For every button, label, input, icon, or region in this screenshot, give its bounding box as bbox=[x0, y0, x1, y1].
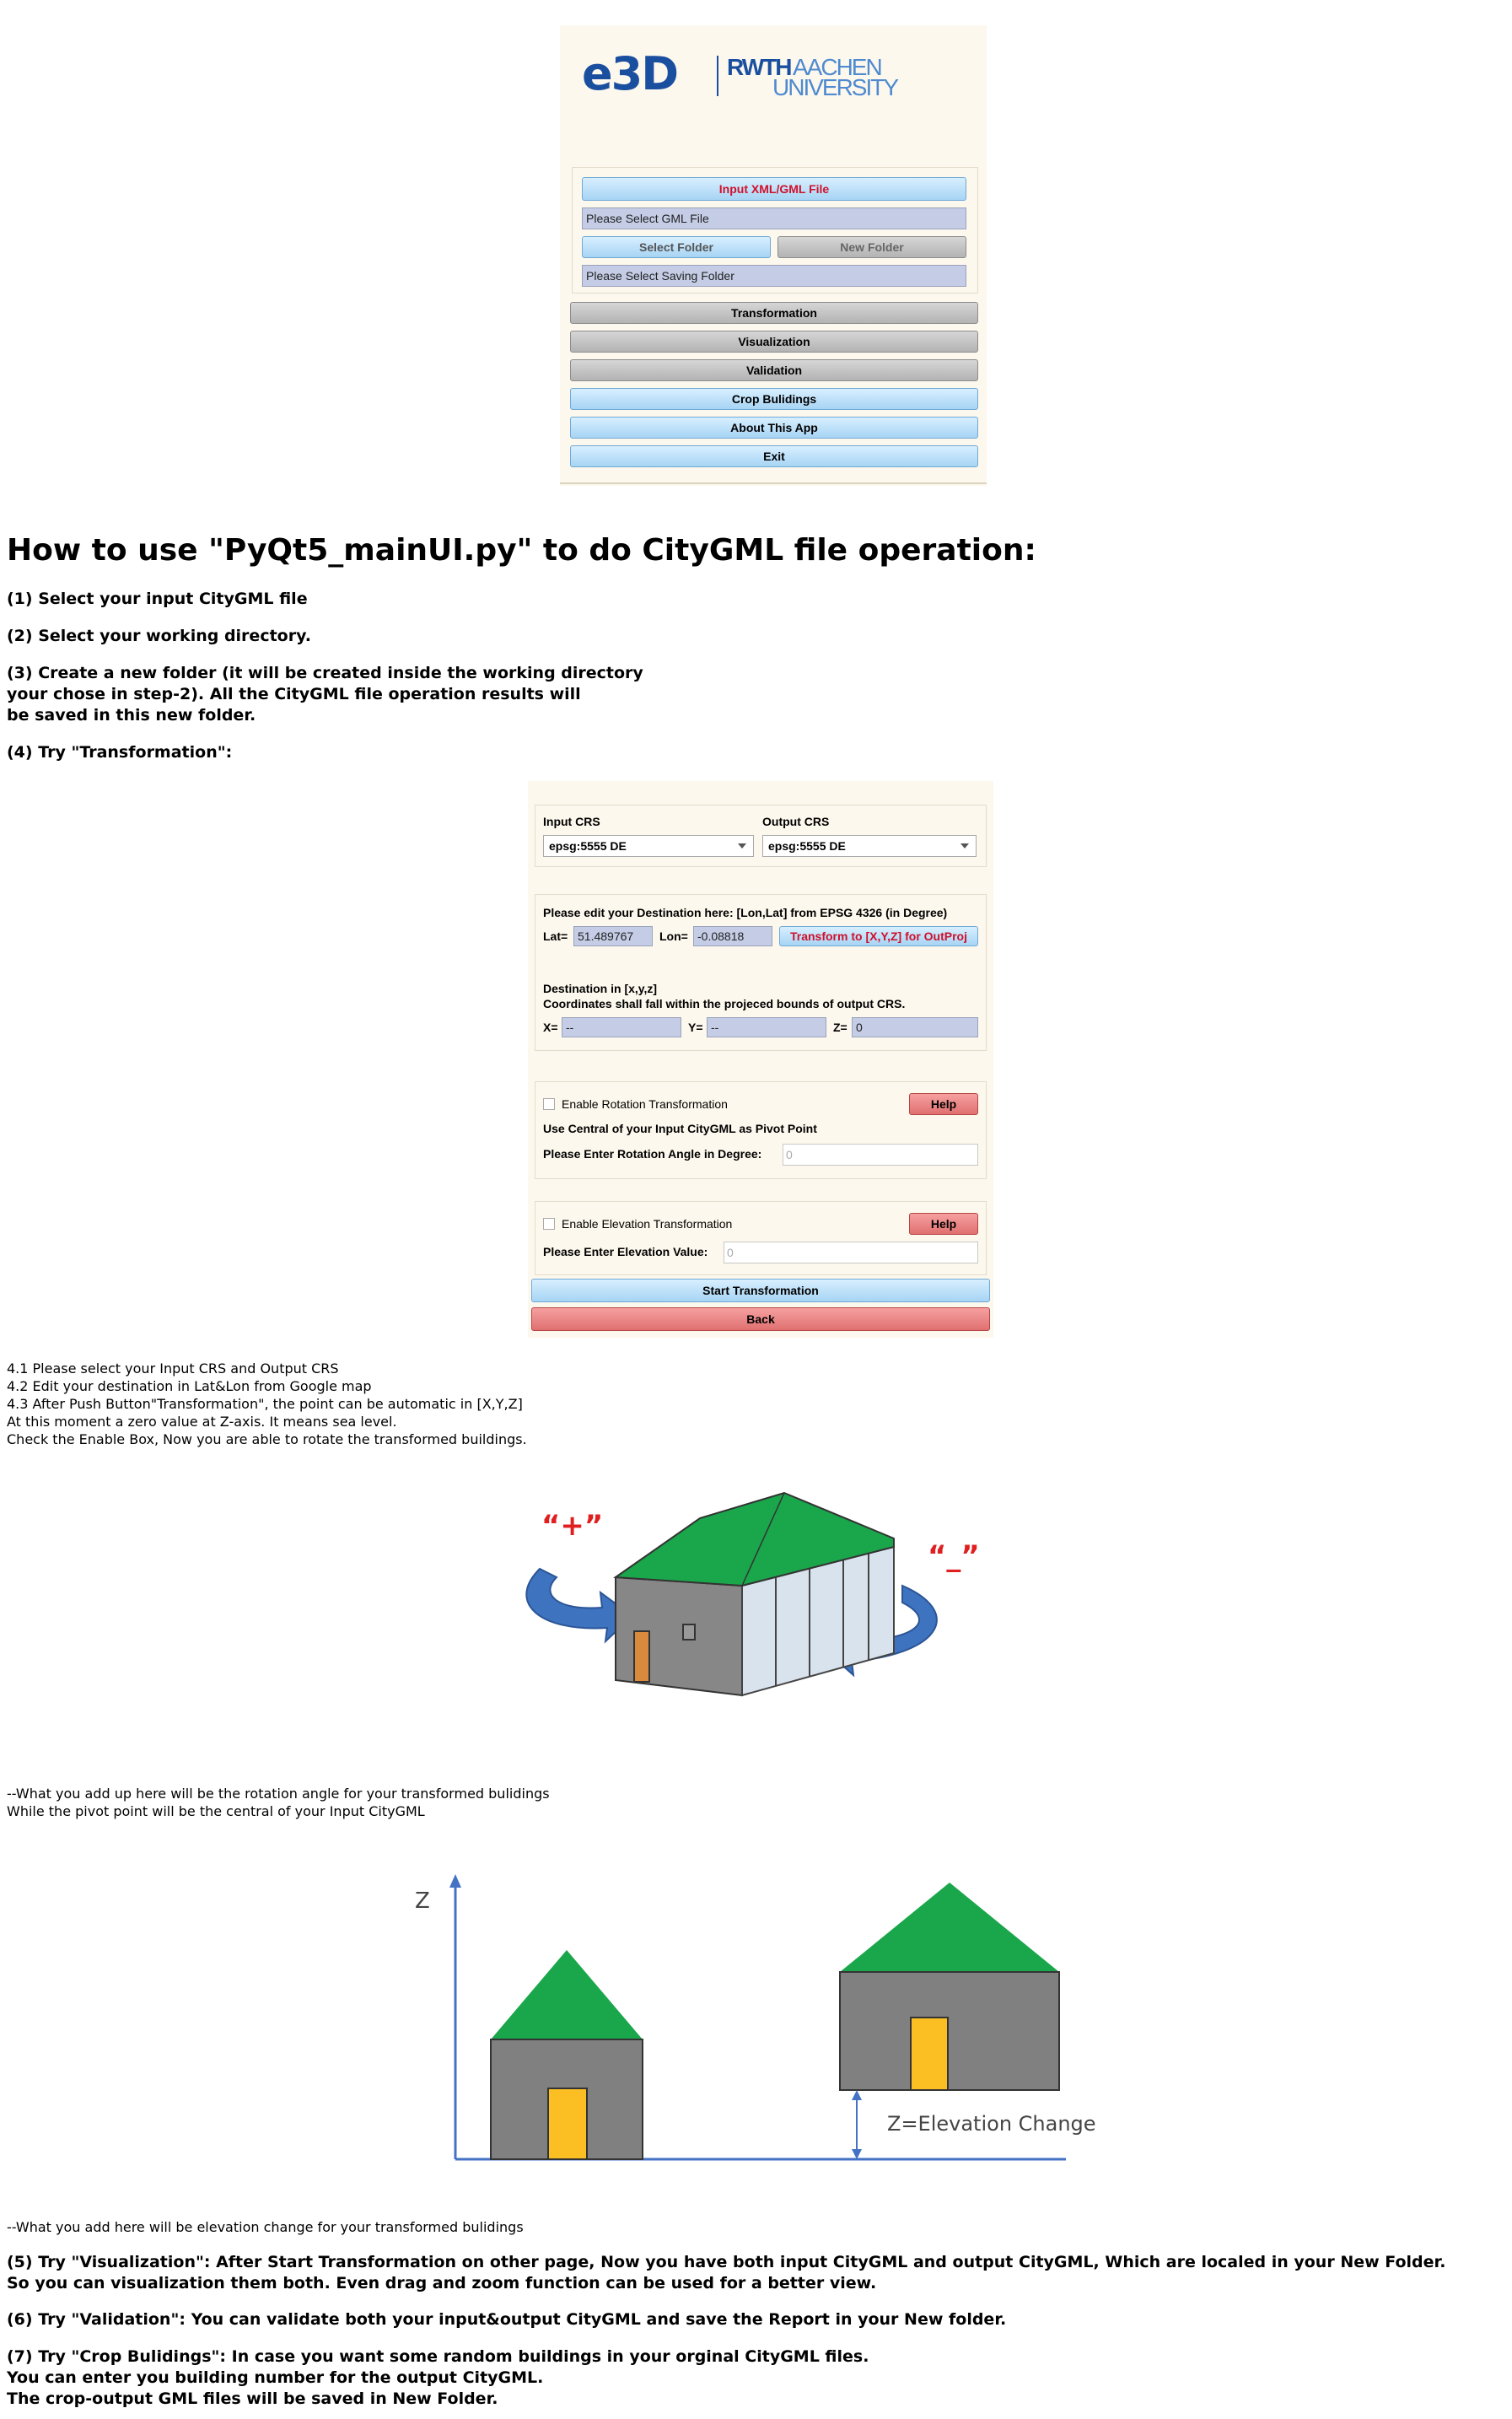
rwth-logo: RWTH AACHEN UNIVERSITY bbox=[727, 54, 921, 105]
lat-input[interactable]: 51.489767 bbox=[573, 926, 653, 946]
right-house-wall bbox=[839, 1971, 1060, 2091]
rotation-note-line-1: --What you add up here will be the rotat… bbox=[7, 1786, 550, 1802]
left-house-roof bbox=[491, 1950, 643, 2039]
destination-xyz-label: Destination in [x,y,z] bbox=[543, 982, 658, 995]
step-7-line-1: (7) Try "Crop Bulidings": In case you wa… bbox=[7, 2347, 869, 2366]
note-4-5: Check the Enable Box, Now you are able t… bbox=[7, 1431, 527, 1447]
coordinates-note: Coordinates shall fall within the projec… bbox=[543, 997, 906, 1010]
select-folder-button[interactable]: Select Folder bbox=[582, 236, 771, 258]
back-button[interactable]: Back bbox=[531, 1307, 990, 1331]
input-crs-value: epsg:5555 DE bbox=[549, 839, 627, 853]
enable-rotation-checkbox[interactable] bbox=[543, 1098, 555, 1110]
step-2: (2) Select your working directory. bbox=[7, 627, 311, 645]
university-text: UNIVERSITY bbox=[772, 74, 899, 100]
output-crs-select[interactable]: epsg:5555 DE bbox=[762, 835, 977, 857]
note-4-4: At this moment a zero value at Z-axis. I… bbox=[7, 1414, 397, 1430]
x-label: X= bbox=[543, 1021, 558, 1034]
house-door bbox=[633, 1630, 650, 1683]
chevron-down-icon bbox=[960, 843, 969, 849]
start-transformation-button[interactable]: Start Transformation bbox=[531, 1279, 990, 1302]
about-button[interactable]: About This App bbox=[570, 417, 978, 439]
step-3-line-3: be saved in this new folder. bbox=[7, 706, 256, 725]
note-4-1: 4.1 Please select your Input CRS and Out… bbox=[7, 1360, 339, 1377]
step-5-line-2: So you can visualization them both. Even… bbox=[7, 2274, 877, 2292]
transform-xyz-button[interactable]: Transform to [X,Y,Z] for OutProj bbox=[779, 926, 978, 946]
new-folder-button[interactable]: New Folder bbox=[778, 236, 966, 258]
step-3-line-1: (3) Create a new folder (it will be crea… bbox=[7, 664, 643, 682]
pivot-label: Use Central of your Input CityGML as Piv… bbox=[543, 1122, 817, 1135]
right-house-roof bbox=[840, 1883, 1059, 1972]
lon-label: Lon= bbox=[659, 929, 688, 943]
page-title: How to use "PyQt5_mainUI.py" to do CityG… bbox=[7, 533, 1036, 568]
step-5-line-1: (5) Try "Visualization": After Start Tra… bbox=[7, 2253, 1446, 2271]
rotation-help-button[interactable]: Help bbox=[909, 1093, 978, 1115]
z-axis-label: Z bbox=[415, 1888, 430, 1914]
rotation-note-line-2: While the pivot point will be the centra… bbox=[7, 1803, 425, 1819]
crop-buildings-button[interactable]: Crop Bulidings bbox=[570, 388, 978, 410]
transform-window: Input CRS Output CRS epsg:5555 DE epsg:5… bbox=[528, 781, 993, 1338]
e3d-logo-text: e3D bbox=[582, 47, 679, 100]
elevation-label: Please Enter Elevation Value: bbox=[543, 1245, 708, 1258]
chevron-down-icon bbox=[738, 843, 746, 849]
enable-rotation-label: Enable Rotation Transformation bbox=[562, 1097, 728, 1111]
elevation-figure: Z Z=Elevation Change bbox=[415, 1874, 1096, 2161]
left-house-door bbox=[547, 2088, 588, 2160]
window-bottom-border bbox=[560, 482, 987, 484]
step-4: (4) Try "Transformation": bbox=[7, 743, 233, 762]
lon-input[interactable]: -0.08818 bbox=[693, 926, 772, 946]
z-input[interactable]: 0 bbox=[852, 1017, 978, 1037]
rotation-figure: “+” “_” bbox=[525, 1491, 980, 1697]
note-4-2: 4.2 Edit your destination in Lat&Lon fro… bbox=[7, 1378, 372, 1394]
input-crs-label: Input CRS bbox=[543, 815, 600, 828]
step-6: (6) Try "Validation": You can validate b… bbox=[7, 2310, 1007, 2329]
z-axis-arrowhead bbox=[449, 1874, 461, 1888]
elevation-input[interactable]: 0 bbox=[724, 1242, 978, 1263]
enable-elevation-label: Enable Elevation Transformation bbox=[562, 1217, 733, 1231]
transformation-button[interactable]: Transformation bbox=[570, 302, 978, 324]
gml-path-field[interactable]: Please Select GML File bbox=[582, 207, 966, 229]
rotation-angle-input[interactable]: 0 bbox=[783, 1144, 978, 1166]
visualization-button[interactable]: Visualization bbox=[570, 331, 978, 353]
elevation-help-button[interactable]: Help bbox=[909, 1213, 978, 1235]
angle-label: Please Enter Rotation Angle in Degree: bbox=[543, 1147, 762, 1161]
output-crs-value: epsg:5555 DE bbox=[768, 839, 846, 853]
plus-label: “+” bbox=[541, 1509, 603, 1543]
lat-label: Lat= bbox=[543, 929, 568, 943]
elevation-change-label: Z=Elevation Change bbox=[887, 2112, 1096, 2136]
e3d-logo: e3D bbox=[582, 47, 717, 100]
main-window: e3D RWTH AACHEN UNIVERSITY Input XML/GML… bbox=[560, 25, 987, 486]
saving-folder-field[interactable]: Please Select Saving Folder bbox=[582, 265, 966, 287]
x-input[interactable]: -- bbox=[562, 1017, 681, 1037]
exit-button[interactable]: Exit bbox=[570, 445, 978, 467]
house-window bbox=[682, 1624, 696, 1641]
destination-instruction: Please edit your Destination here: [Lon,… bbox=[543, 906, 948, 919]
step-1: (1) Select your input CityGML file bbox=[7, 590, 308, 608]
step-7-line-2: You can enter you building number for th… bbox=[7, 2368, 544, 2387]
logo-divider bbox=[717, 56, 718, 96]
input-gml-button[interactable]: Input XML/GML File bbox=[582, 177, 966, 201]
step-3-line-2: your chose in step-2). All the CityGML f… bbox=[7, 685, 581, 703]
validation-button[interactable]: Validation bbox=[570, 359, 978, 381]
z-label: Z= bbox=[833, 1021, 847, 1034]
step-7-line-3: The crop-output GML files will be saved … bbox=[7, 2389, 498, 2408]
minus-label: “_” bbox=[928, 1539, 980, 1573]
output-crs-label: Output CRS bbox=[762, 815, 830, 828]
y-label: Y= bbox=[688, 1021, 703, 1034]
elevation-note: --What you add here will be elevation ch… bbox=[7, 2219, 524, 2235]
right-house-door bbox=[910, 2017, 949, 2091]
y-input[interactable]: -- bbox=[707, 1017, 826, 1037]
enable-elevation-checkbox[interactable] bbox=[543, 1218, 555, 1230]
note-4-3: 4.3 After Push Button"Transformation", t… bbox=[7, 1396, 523, 1412]
input-crs-select[interactable]: epsg:5555 DE bbox=[543, 835, 754, 857]
